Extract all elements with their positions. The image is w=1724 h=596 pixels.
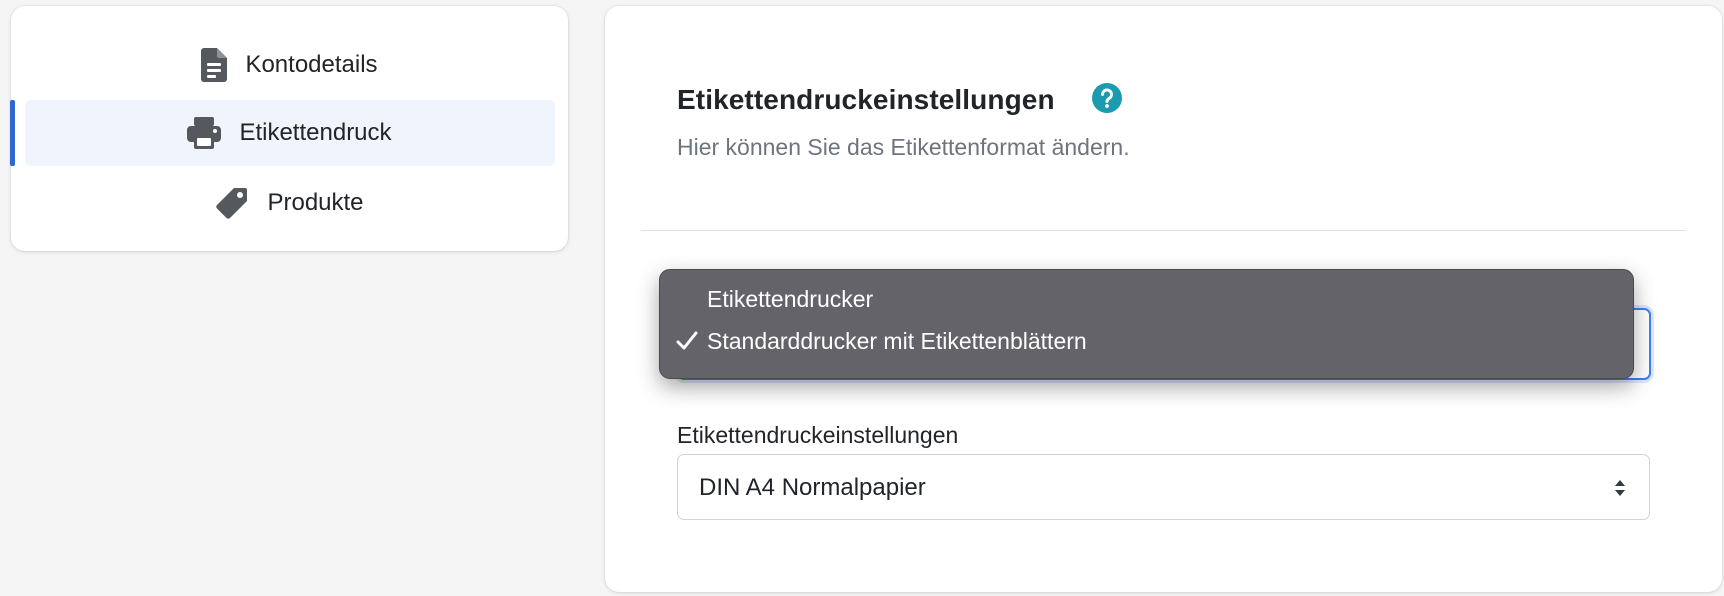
select-value: DIN A4 Normalpapier <box>699 474 926 501</box>
label-format-select[interactable]: DIN A4 Normalpapier <box>677 454 1650 520</box>
select-arrows-icon <box>1613 478 1627 503</box>
document-icon <box>201 48 228 82</box>
page-subtitle: Hier können Sie das Etikettenformat ände… <box>677 134 1130 160</box>
sidebar-item-label: Kontodetails <box>245 51 378 78</box>
section-divider <box>641 230 1686 231</box>
tag-icon <box>215 186 249 220</box>
sidebar-item-kontodetails[interactable]: Kontodetails <box>11 32 568 98</box>
sidebar-item-etikettendruck[interactable]: Etikettendruck <box>10 100 568 166</box>
sidebar-item-label: Produkte <box>267 189 364 216</box>
sidebar-item-produkte[interactable]: Produkte <box>11 170 568 236</box>
sidebar-item-label: Etikettendruck <box>239 119 392 146</box>
question-circle-icon[interactable] <box>1092 83 1122 113</box>
printer-type-dropdown-menu: Etikettendrucker Standarddrucker mit Eti… <box>659 269 1634 379</box>
printer-icon <box>187 117 222 149</box>
page-title: Etikettendruckeinstellungen <box>677 84 1055 115</box>
active-indicator <box>10 100 15 166</box>
settings-field-label: Etikettendruckeinstellungen <box>677 422 959 448</box>
checkmark-icon <box>676 331 700 351</box>
dropdown-option-standarddrucker[interactable]: Standarddrucker mit Etikettenblättern <box>660 321 1633 361</box>
sidebar-nav: Kontodetails Etikettendruck Produkte <box>10 6 568 251</box>
main-settings-card: Etikettendruckeinstellungen Hier können … <box>605 6 1722 592</box>
dropdown-option-etikettendrucker[interactable]: Etikettendrucker <box>660 279 1633 319</box>
